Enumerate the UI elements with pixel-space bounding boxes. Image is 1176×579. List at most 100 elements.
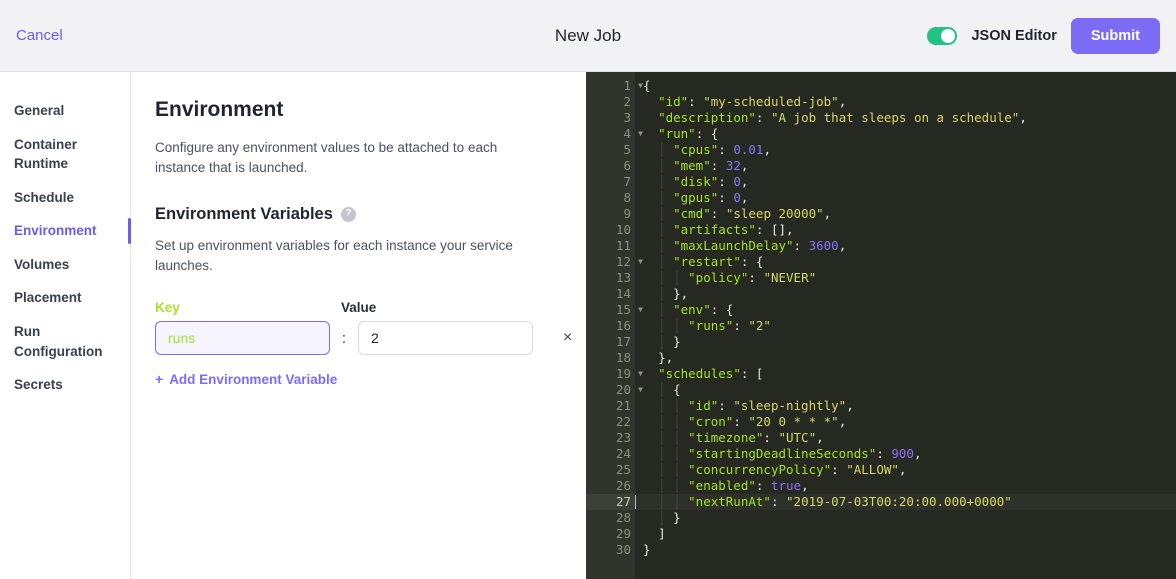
sidebar-item-environment[interactable]: Environment	[0, 214, 131, 248]
editor-line-number: 15 ▼	[615, 302, 643, 317]
indent-guides: │	[643, 142, 674, 157]
editor-code-line[interactable]: │ "cpus": 0.01,	[635, 142, 1176, 158]
editor-code-line[interactable]: │ │ "concurrencyPolicy": "ALLOW",	[635, 462, 1176, 478]
token-punct: :	[718, 174, 734, 189]
editor-line-number: 29	[615, 526, 631, 541]
env-var-key-input[interactable]	[155, 321, 330, 355]
token-punct: :	[718, 398, 734, 413]
editor-code[interactable]: { "id": "my-scheduled-job", "description…	[635, 72, 1176, 579]
add-environment-variable-button[interactable]: + Add Environment Variable	[155, 371, 586, 387]
token-num: 3600	[808, 238, 839, 253]
submit-button[interactable]: Submit	[1070, 17, 1160, 54]
editor-code-line[interactable]: │ },	[635, 286, 1176, 302]
editor-code-line[interactable]: │ "gpus": 0,	[635, 190, 1176, 206]
editor-code-line[interactable]: }	[635, 542, 1176, 558]
page-header: Cancel New Job JSON Editor Submit	[0, 0, 1176, 72]
token-key: "run"	[658, 126, 696, 141]
json-editor[interactable]: 1 ▼ 2 3 4 ▼ 5 6 7 8 9 10 11 12 ▼ 13 14 15 ▼ 16 17 18 19 ▼ 20 ▼ 21 2…	[586, 72, 1176, 579]
indent-guides: │	[643, 254, 674, 269]
editor-code-line[interactable]: {	[635, 78, 1176, 94]
token-punct: ,	[838, 414, 847, 429]
editor-code-line[interactable]: │ "disk": 0,	[635, 174, 1176, 190]
editor-code-line[interactable]: │ "env": {	[635, 302, 1176, 318]
token-punct: }	[673, 510, 681, 525]
environment-variables-heading: Environment Variables ?	[155, 205, 586, 224]
editor-code-line[interactable]: │ │ "enabled": true,	[635, 478, 1176, 494]
token-punct: ,	[801, 478, 809, 493]
token-bool: true	[770, 478, 802, 493]
editor-code-line[interactable]: "schedules": [	[635, 366, 1176, 382]
toggle-knob	[941, 28, 956, 43]
editor-code-line[interactable]: │ │ "cron": "20 0 * * *",	[635, 414, 1176, 430]
token-key: "description"	[658, 110, 756, 125]
token-punct: ,	[740, 174, 749, 189]
editor-line-number: 16	[615, 318, 631, 333]
editor-code-line[interactable]: │ │ "runs": "2"	[635, 318, 1176, 334]
editor-line-number: 18	[615, 350, 631, 365]
editor-code-line[interactable]: │ │ "startingDeadlineSeconds": 900,	[635, 446, 1176, 462]
subsection-title: Environment Variables	[155, 204, 333, 223]
sidebar-item-label: Volumes	[14, 256, 70, 272]
indent-guides: │ │	[643, 398, 689, 413]
token-punct: {	[673, 382, 681, 397]
token-punct: },	[673, 286, 689, 301]
token-punct: : {	[695, 126, 719, 141]
editor-code-line[interactable]: │ │ "timezone": "UTC",	[635, 430, 1176, 446]
editor-code-line[interactable]: │ "mem": 32,	[635, 158, 1176, 174]
question-circle-icon[interactable]: ?	[340, 206, 356, 222]
token-num: 0	[733, 190, 741, 205]
sidebar-item-label: Secrets	[14, 377, 63, 393]
sidebar-item-placement[interactable]: Placement	[0, 281, 130, 315]
indent-guides: │ │	[643, 430, 689, 445]
editor-code-line[interactable]: "run": {	[635, 126, 1176, 142]
panel-description: Configure any environment values to be a…	[155, 140, 498, 176]
subsection-description: Set up environment variables for each in…	[155, 237, 513, 273]
editor-code-line[interactable]: │ }	[635, 510, 1176, 526]
token-punct: ,	[898, 462, 907, 477]
indent-guides: │	[643, 222, 674, 237]
editor-code-line[interactable]: │ {	[635, 382, 1176, 398]
json-editor-toggle[interactable]	[927, 26, 958, 45]
editor-code-line[interactable]: │ │ "nextRunAt": "2019-07-03T00:20:00.00…	[635, 494, 1176, 510]
editor-code-line[interactable]: },	[635, 350, 1176, 366]
token-key: "gpus"	[673, 190, 719, 205]
value-column-label: Value	[341, 300, 377, 315]
sidebar-item-schedule[interactable]: Schedule	[0, 181, 130, 215]
sidebar-item-secrets[interactable]: Secrets	[0, 368, 130, 402]
token-punct: :	[718, 190, 734, 205]
editor-code-line[interactable]: ]	[635, 526, 1176, 542]
sidebar-item-run-configuration[interactable]: Run Configuration	[0, 315, 130, 368]
sidebar-item-general[interactable]: General	[0, 94, 130, 128]
token-key: "cron"	[688, 414, 734, 429]
indent-guides: │	[643, 158, 674, 173]
token-punct: ,	[1019, 110, 1027, 125]
token-punct: ,	[838, 94, 847, 109]
token-key: "policy"	[688, 270, 749, 285]
token-key: "timezone"	[688, 430, 764, 445]
token-punct: :	[718, 142, 734, 157]
editor-code-line[interactable]: │ }	[635, 334, 1176, 350]
editor-code-line[interactable]: │ │ "policy": "NEVER"	[635, 270, 1176, 286]
editor-code-line[interactable]: │ │ "id": "sleep-nightly",	[635, 398, 1176, 414]
token-punct: ,	[846, 398, 854, 413]
editor-line-number: 20 ▼	[615, 382, 643, 397]
token-punct: : [],	[755, 222, 794, 237]
environment-variable-rows: :×	[155, 321, 586, 355]
env-var-value-input[interactable]	[358, 321, 533, 355]
editor-code-line[interactable]: "id": "my-scheduled-job",	[635, 94, 1176, 110]
editor-line-number: 13	[615, 270, 631, 285]
editor-code-line[interactable]: "description": "A job that sleeps on a s…	[635, 110, 1176, 126]
sidebar-item-volumes[interactable]: Volumes	[0, 248, 130, 282]
editor-line-number: 8	[623, 190, 631, 205]
token-punct: : [	[740, 366, 764, 381]
sidebar-item-label: Environment	[14, 223, 97, 239]
remove-env-var-icon[interactable]: ×	[559, 326, 576, 350]
editor-code-line[interactable]: │ "maxLaunchDelay": 3600,	[635, 238, 1176, 254]
sidebar-item-container-runtime[interactable]: Container Runtime	[0, 128, 130, 181]
editor-line-number: 27	[586, 494, 635, 510]
cancel-button[interactable]: Cancel	[16, 27, 63, 44]
editor-code-line[interactable]: │ "artifacts": [],	[635, 222, 1176, 238]
token-key: "nextRunAt"	[688, 494, 771, 509]
editor-code-line[interactable]: │ "restart": {	[635, 254, 1176, 270]
editor-code-line[interactable]: │ "cmd": "sleep 20000",	[635, 206, 1176, 222]
